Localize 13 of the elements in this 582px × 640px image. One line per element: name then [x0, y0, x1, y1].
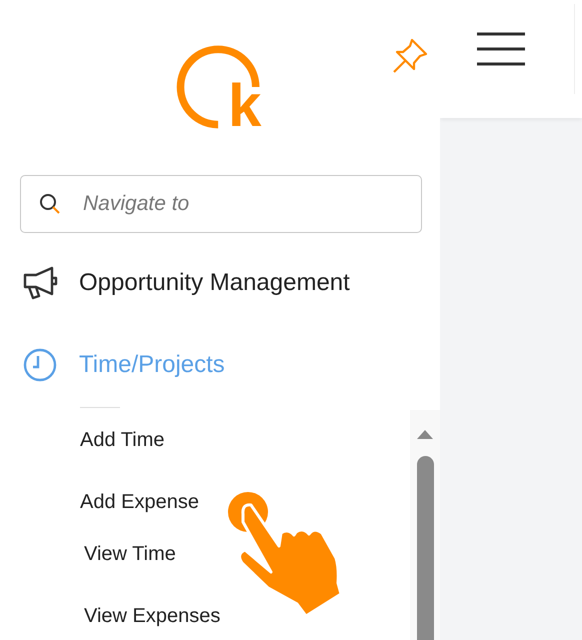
- scroll-thumb[interactable]: [416, 456, 434, 640]
- nav-item[interactable]: Opportunity Management: [79, 269, 350, 297]
- submenu-item[interactable]: Add Expense: [80, 490, 199, 514]
- submenu-item[interactable]: View Expenses: [84, 604, 220, 628]
- submenu-item[interactable]: Add Time: [80, 428, 164, 452]
- clock-icon: [22, 347, 58, 383]
- menu-icon[interactable]: [476, 32, 526, 66]
- logo-letter: k: [228, 76, 262, 136]
- search-field[interactable]: Navigate to: [20, 175, 422, 233]
- submenu-item[interactable]: View Time: [84, 542, 176, 566]
- scroll-up-icon[interactable]: [415, 428, 435, 440]
- megaphone-icon: [22, 266, 58, 300]
- scrollbar[interactable]: [410, 410, 440, 640]
